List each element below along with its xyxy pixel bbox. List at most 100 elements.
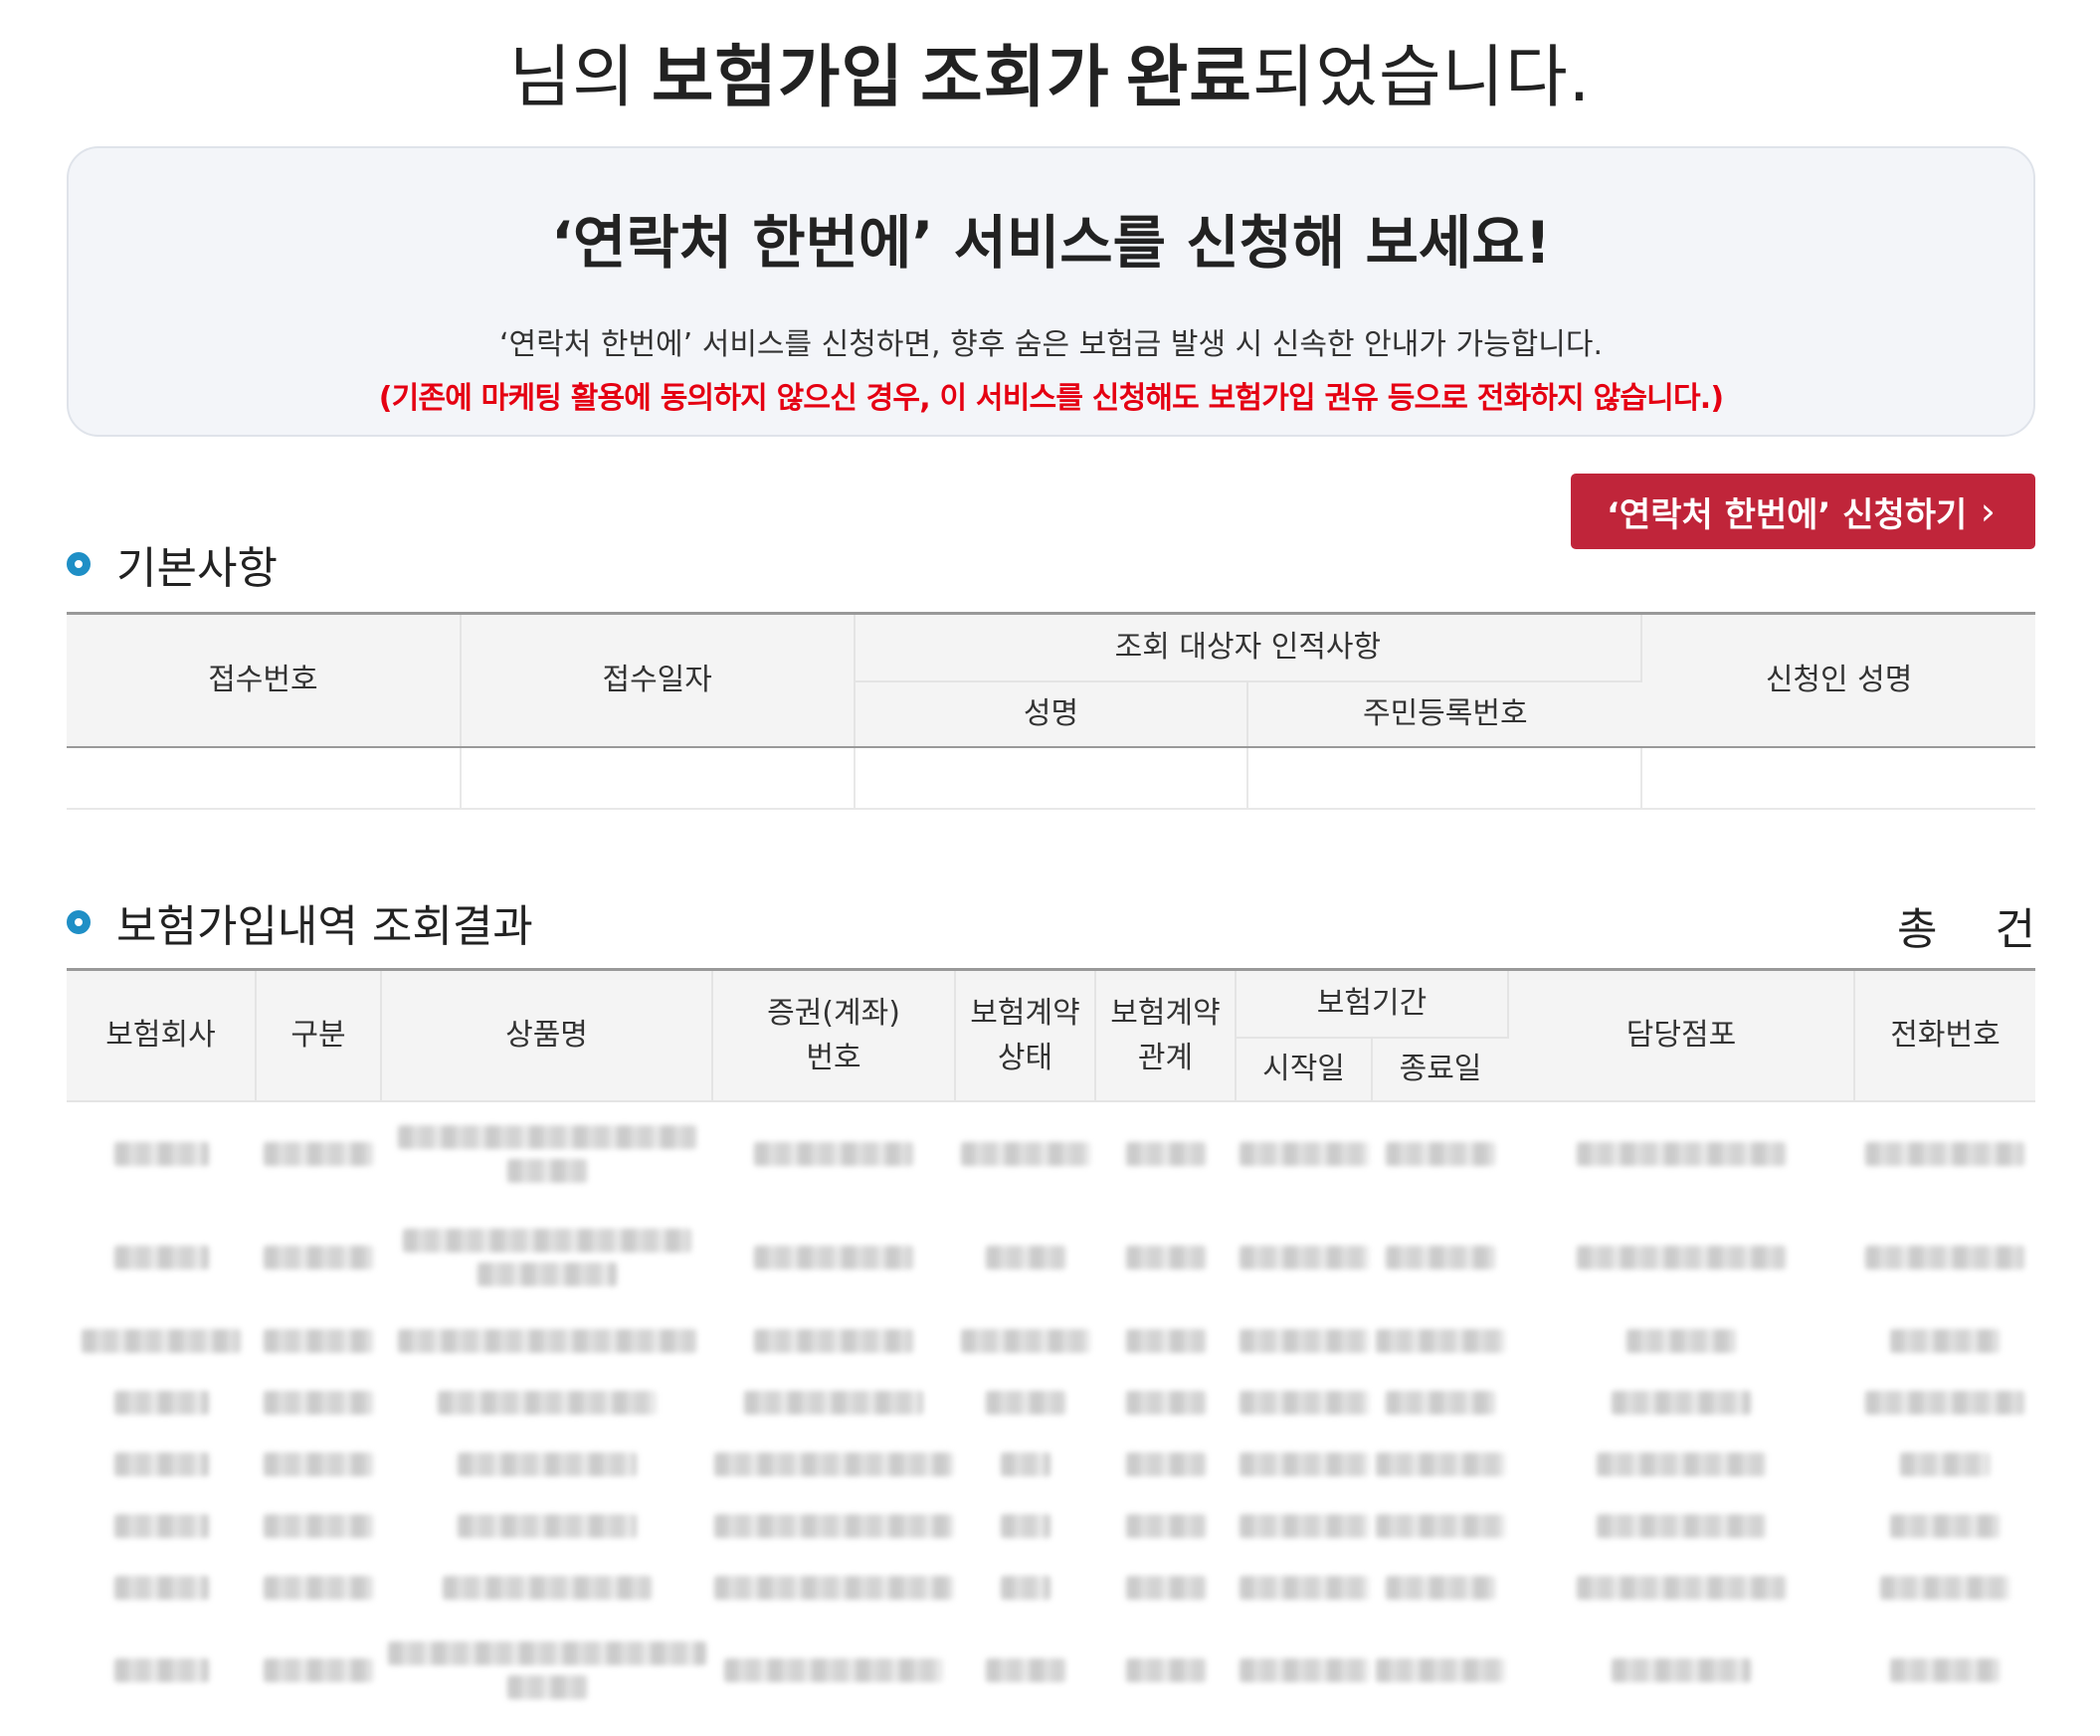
redacted-text — [1125, 1328, 1206, 1353]
redacted-cell — [1095, 1372, 1236, 1434]
redacted-cell — [1095, 1557, 1236, 1619]
total-label: 총 — [1897, 904, 1938, 955]
redacted-text — [1890, 1658, 2000, 1682]
redacted-text — [1239, 1141, 1369, 1166]
redacted-cell — [955, 1619, 1095, 1723]
redacted-cell — [1372, 1206, 1508, 1310]
redacted-cell — [1095, 1619, 1236, 1723]
redacted-text — [1385, 1141, 1495, 1166]
redacted-cell — [1508, 1557, 1854, 1619]
redacted-cell — [955, 1206, 1095, 1310]
redacted-text — [1125, 1246, 1206, 1269]
redacted-cell — [381, 1619, 712, 1723]
redacted-cell — [1095, 1206, 1236, 1310]
header-receipt-date: 접수일자 — [460, 613, 856, 748]
redacted-text — [477, 1262, 617, 1286]
redacted-text — [264, 1658, 373, 1682]
redacted-text — [1375, 1513, 1505, 1538]
redacted-text — [113, 1513, 209, 1538]
redacted-text — [506, 1675, 587, 1699]
redacted-cell — [1372, 1310, 1508, 1372]
count-unit-label: 건 — [1995, 904, 2035, 955]
redacted-text — [113, 1141, 209, 1166]
redacted-cell — [1236, 1310, 1372, 1372]
header-product: 상품명 — [381, 969, 713, 1102]
redacted-text — [1577, 1246, 1786, 1269]
redacted-text — [113, 1575, 209, 1600]
cell-receipt-no — [67, 746, 462, 810]
redacted-cell — [1854, 1619, 2035, 1723]
redacted-cell — [1372, 1101, 1508, 1206]
redacted-text — [1880, 1575, 2009, 1600]
redacted-text — [264, 1513, 373, 1538]
results-table: 보험회사 구분 상품명 증권(계좌) 번호 보험계약 상태 보험계약 관계 보험기간 … — [67, 968, 2035, 1723]
redacted-text — [1375, 1658, 1505, 1682]
redacted-text — [1239, 1390, 1369, 1415]
redacted-cell — [381, 1310, 712, 1372]
header-company: 보험회사 — [67, 969, 257, 1102]
header-contract-relation: 보험계약 관계 — [1095, 969, 1237, 1102]
header-relation-line2: 관계 — [1137, 1040, 1194, 1075]
header-end-date: 종료일 — [1372, 1037, 1508, 1102]
promo-banner: ‘연락처 한번에’ 서비스를 신청해 보세요! ‘연락처 한번에’ 서비스를 신… — [67, 146, 2035, 437]
redacted-text — [754, 1246, 913, 1269]
header-resident-no: 주민등록번호 — [1247, 680, 1642, 748]
redacted-cell — [1854, 1206, 2035, 1310]
redacted-text — [744, 1390, 923, 1415]
redacted-cell — [381, 1495, 712, 1557]
redacted-cell — [1095, 1310, 1236, 1372]
table-row — [67, 1557, 2035, 1619]
title-complete: 완료 — [1125, 39, 1252, 117]
redacted-text — [1000, 1575, 1050, 1600]
redacted-cell — [712, 1101, 955, 1206]
redacted-cell — [381, 1206, 712, 1310]
redacted-text — [113, 1390, 209, 1415]
redacted-cell — [712, 1495, 955, 1557]
results-section-title: 보험가입내역 조회결과 — [116, 901, 533, 952]
redacted-text — [264, 1575, 373, 1600]
cell-resident-no — [1247, 746, 1643, 810]
redacted-cell — [256, 1619, 381, 1723]
redacted-cell — [1508, 1310, 1854, 1372]
redacted-text — [1125, 1575, 1206, 1600]
redacted-text — [1239, 1246, 1369, 1269]
cell-receipt-date — [460, 746, 856, 810]
redacted-text — [1385, 1246, 1495, 1269]
redacted-text — [397, 1124, 696, 1149]
redacted-text — [1239, 1513, 1369, 1538]
redacted-cell — [1236, 1206, 1372, 1310]
redacted-text — [714, 1451, 953, 1476]
promo-title: ‘연락처 한번에’ 서비스를 신청해 보세요! — [550, 209, 1552, 277]
redacted-cell — [67, 1372, 256, 1434]
header-status-line2: 상태 — [997, 1040, 1053, 1075]
header-policy-no-line2: 번호 — [806, 1040, 861, 1075]
redacted-cell — [955, 1101, 1095, 1206]
redacted-text — [1125, 1451, 1206, 1476]
redacted-cell — [1236, 1101, 1372, 1206]
redacted-cell — [67, 1310, 256, 1372]
redacted-cell — [1854, 1557, 2035, 1619]
apply-contact-service-button[interactable]: ‘연락처 한번에’ 신청하기 › — [1571, 474, 2035, 549]
redacted-cell — [381, 1434, 712, 1495]
redacted-text — [1375, 1328, 1505, 1353]
redacted-text — [1385, 1390, 1495, 1415]
header-applicant-name: 신청인 성명 — [1641, 613, 2035, 748]
redacted-cell — [67, 1434, 256, 1495]
redacted-text — [82, 1328, 241, 1353]
promo-description: ‘연락처 한번에’ 서비스를 신청하면, 향후 숨은 보험금 발생 시 신속한 … — [498, 327, 1604, 362]
redacted-text — [960, 1328, 1090, 1353]
redacted-text — [1890, 1513, 2000, 1538]
page-title: 님의 보험가입 조회가 완료되었습니다. — [0, 22, 2100, 120]
basic-section-title: 기본사항 — [116, 543, 278, 594]
header-name: 성명 — [854, 680, 1249, 748]
cell-applicant-name — [1641, 746, 2035, 810]
table-row — [67, 746, 2035, 810]
redacted-cell — [256, 1206, 381, 1310]
redacted-cell — [1508, 1101, 1854, 1206]
redacted-text — [724, 1658, 943, 1682]
redacted-text — [985, 1390, 1065, 1415]
title-insurance: 보험가입 — [651, 39, 905, 117]
header-phone: 전화번호 — [1854, 969, 2035, 1102]
redacted-cell — [1508, 1619, 1854, 1723]
header-policy-no-line1: 증권(계좌) — [767, 995, 900, 1031]
